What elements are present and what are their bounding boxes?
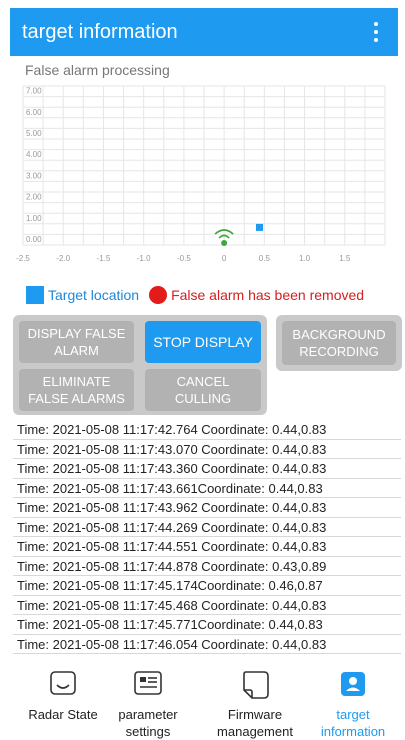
nav-label-parameter-settings: parameter settings xyxy=(118,707,178,739)
recording-button-group: BACKGROUND RECORDING xyxy=(276,315,402,371)
y-tick-label: 6.00 xyxy=(26,108,42,117)
false-alarm-removed-swatch xyxy=(149,286,168,304)
target-information-icon xyxy=(336,670,370,700)
log-row: Time: 2021-05-08 11:17:44.551 Coordinate… xyxy=(13,537,401,557)
log-row: Time: 2021-05-08 11:17:45.771Coordinate:… xyxy=(13,615,401,635)
x-tick-label: -1.0 xyxy=(137,254,151,263)
nav-item-radar-state[interactable]: Radar State xyxy=(18,670,108,723)
nav-label-target-information: target information xyxy=(320,707,386,739)
radar-signal-icon xyxy=(221,240,228,246)
x-tick-label: -1.5 xyxy=(97,254,111,263)
log-row: Time: 2021-05-08 11:17:43.962 Coordinate… xyxy=(13,498,401,518)
nav-label-firmware-management: Firmware management xyxy=(217,707,293,739)
x-tick-label: 1.5 xyxy=(339,254,351,263)
section-subtitle: False alarm processing xyxy=(25,62,170,78)
chart-legend: Target location False alarm has been rem… xyxy=(26,284,396,306)
y-tick-label: 0.00 xyxy=(26,235,42,244)
false-alarm-removed-label: False alarm has been removed xyxy=(171,287,365,303)
nav-item-firmware-management[interactable]: Firmware management xyxy=(200,670,310,740)
target-location-label: Target location xyxy=(48,287,140,303)
log-row: Time: 2021-05-08 11:17:46.054 Coordinate… xyxy=(13,635,401,654)
nav-item-target-information[interactable]: target information xyxy=(303,670,403,740)
log-row: Time: 2021-05-08 11:17:45.468 Coordinate… xyxy=(13,596,401,615)
more-vert-icon[interactable] xyxy=(366,18,386,46)
x-tick-label: -2.0 xyxy=(56,254,70,263)
x-tick-label: -2.5 xyxy=(16,254,30,263)
log-row: Time: 2021-05-08 11:17:43.070 Coordinate… xyxy=(13,440,401,459)
x-tick-label: -0.5 xyxy=(177,254,191,263)
app-bar: target information xyxy=(10,8,398,56)
log-row: Time: 2021-05-08 11:17:43.360 Coordinate… xyxy=(13,459,401,479)
background-recording-button[interactable]: BACKGROUND RECORDING xyxy=(282,321,396,365)
bottom-navigation: Radar State parameter settings Firmware … xyxy=(0,664,405,739)
log-row: Time: 2021-05-08 11:17:44.878 Coordinate… xyxy=(13,557,401,576)
cancel-culling-button[interactable]: CANCEL CULLING xyxy=(145,369,261,411)
x-tick-label: 0 xyxy=(222,254,227,263)
firmware-management-icon xyxy=(238,670,272,700)
y-tick-label: 7.00 xyxy=(26,87,42,96)
target-location-swatch xyxy=(26,286,44,304)
log-row: Time: 2021-05-08 11:17:42.764 Coordinate… xyxy=(13,420,401,440)
target-chart: 7.00 6.00 5.00 4.00 3.00 2.00 1.00 0.00 -2.5 -2.0… xyxy=(15,82,393,272)
parameter-settings-icon xyxy=(131,670,165,700)
nav-item-parameter-settings[interactable]: parameter settings xyxy=(103,670,193,740)
y-tick-label: 3.00 xyxy=(26,171,42,180)
y-tick-label: 5.00 xyxy=(26,129,42,138)
eliminate-false-alarms-button[interactable]: ELIMINATE FALSE ALARMS xyxy=(19,369,134,411)
stop-display-button[interactable]: STOP DISPLAY xyxy=(145,321,261,363)
x-tick-label: 1.0 xyxy=(299,254,311,263)
display-false-alarm-button[interactable]: DISPLAY FALSE ALARM xyxy=(19,321,134,363)
log-row: Time: 2021-05-08 11:17:43.661Coordinate:… xyxy=(13,479,401,498)
nav-label-radar-state: Radar State xyxy=(28,707,98,722)
radar-state-icon xyxy=(46,670,80,700)
y-tick-label: 1.00 xyxy=(26,214,42,223)
target-chart-svg: 7.006.005.004.003.002.001.000.00-2.5 -2.0… xyxy=(16,85,386,263)
log-row: Time: 2021-05-08 11:17:45.174Coordinate:… xyxy=(13,576,401,596)
false-alarm-button-group: DISPLAY FALSE ALARM STOP DISPLAY ELIMINA… xyxy=(13,315,267,415)
page-title: target information xyxy=(22,20,178,43)
x-tick-label: 0.5 xyxy=(259,254,271,263)
coordinate-log: Time: 2021-05-08 11:17:42.764 Coordinate… xyxy=(13,420,401,654)
target-point xyxy=(256,223,264,231)
y-tick-label: 4.00 xyxy=(26,150,42,159)
y-tick-label: 2.00 xyxy=(26,193,42,202)
log-row: Time: 2021-05-08 11:17:44.269 Coordinate… xyxy=(13,518,401,537)
